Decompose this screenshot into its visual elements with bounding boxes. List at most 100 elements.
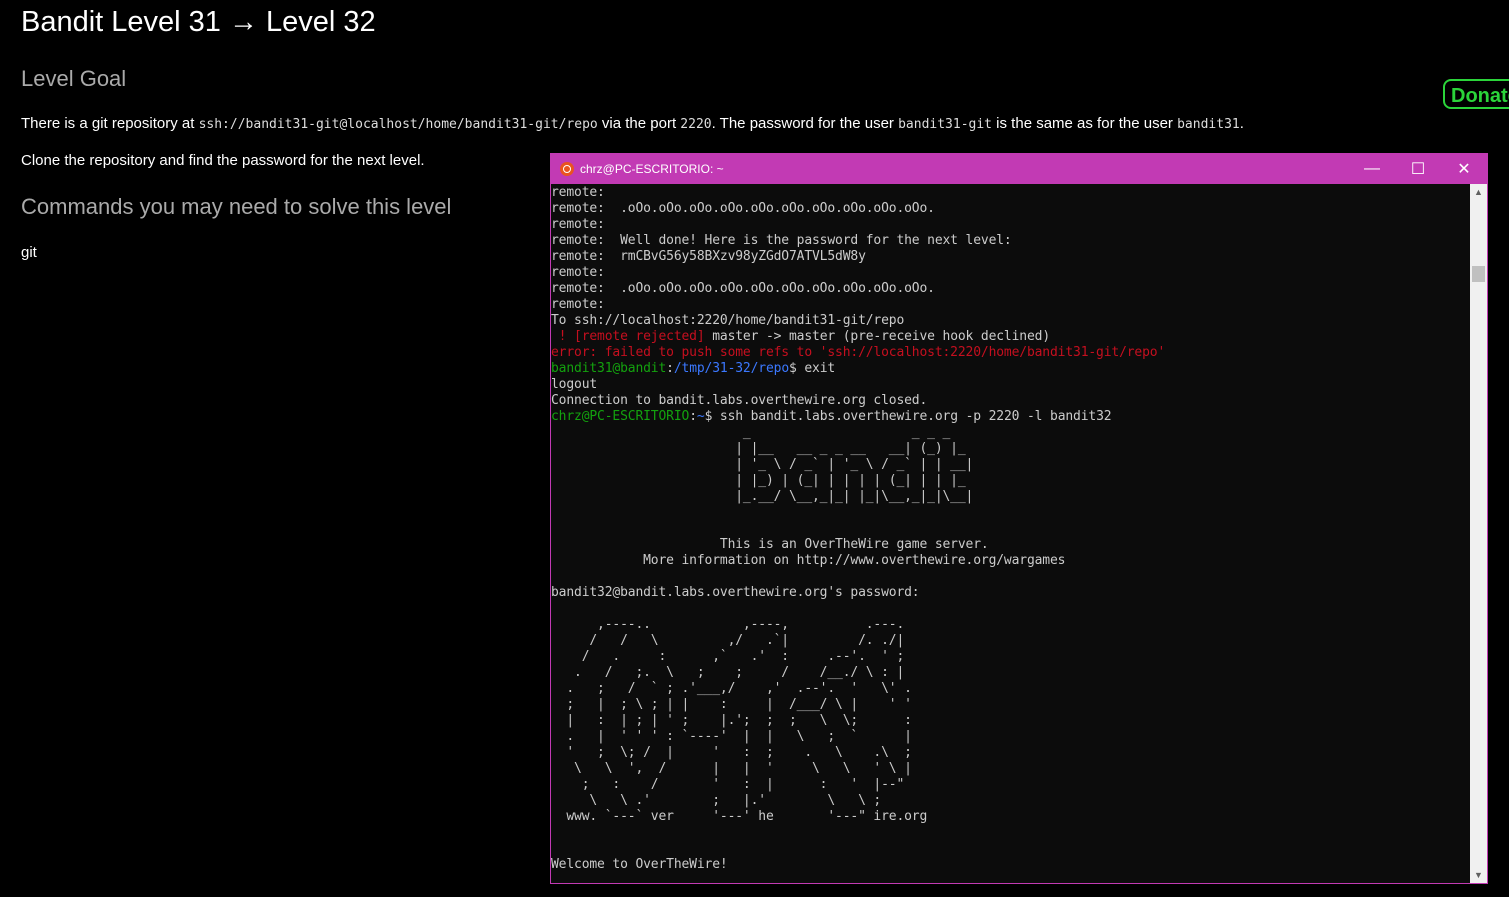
terminal-segment: \ \ ', / | | ' \ \ ' \ | [551,761,912,776]
terminal-segment: | |_) | (_| | | | | (_| | | |_ [551,473,966,488]
terminal-line: bandit32@bandit.labs.overthewire.org's p… [551,585,1469,601]
terminal-segment: \ \ .' ; |.' \ \ ; [551,793,882,808]
scrollbar-thumb[interactable] [1472,266,1485,282]
terminal-segment: ; | ; \ ; | | : | /___/ \ | ' ' [551,697,912,712]
terminal-output[interactable]: remote: remote: .oOo.oOo.oOo.oOo.oOo.oOo.… [551,184,1469,883]
terminal-line: ; | ; \ ; | | : | /___/ \ | ' ' [551,697,1469,713]
terminal-line: | : | ; | ' ; |.'; ; ; \ \; : [551,713,1469,729]
terminal-segment: Welcome to OverTheWire! [551,857,728,872]
goal-text-2: via the port [597,115,681,132]
terminal-segment: | |__ __ _ _ __ __| (_) |_ [551,441,966,456]
terminal-line: More information on http://www.overthewi… [551,553,1469,569]
terminal-line: . / ;. \ ; ; / /__./ \ : | [551,665,1469,681]
goal-text-3: . The password for the user [711,115,899,132]
terminal-segment: remote: rmCBvG56y58BXzv98yZGdO7ATVL5dW8y [551,249,866,264]
terminal-line: To ssh://localhost:2220/home/bandit31-gi… [551,313,1469,329]
terminal-segment: ! [remote rejected] [551,329,705,344]
page-title: Bandit Level 31 → Level 32 [21,6,376,38]
goal-paragraph: There is a git repository at ssh://bandi… [21,115,1244,132]
terminal-segment: ,----.. ,----, .---. [551,617,905,632]
terminal-segment: |_.__/ \__,_|_| |_|\__,_|_|\__| [551,489,974,504]
terminal-segment: /tmp/31-32/repo [673,361,789,376]
terminal-line: ,----.. ,----, .---. [551,617,1469,633]
terminal-segment: error: failed to push some refs to 'ssh:… [551,345,1166,360]
terminal-line: / . : ,` .' : .--'. ' ; [551,649,1469,665]
terminal-line: This is an OverTheWire game server. [551,537,1469,553]
terminal-segment: $ ssh bandit.labs.overthewire.org -p 222… [704,409,1112,424]
terminal-segment: More information on http://www.overthewi… [551,553,1066,568]
terminal-segment: chrz@PC-ESCRITORIO [551,409,690,424]
terminal-line: / / \ ,/ .`| /. ./| [551,633,1469,649]
user-code: bandit31 [1177,117,1240,132]
terminal-segment: | : | ; | ' ; |.'; ; ; \ \; : [551,713,912,728]
scrollbar[interactable]: ▲ ▼ [1470,184,1487,883]
terminal-segment: bandit32@bandit.labs.overthewire.org's p… [551,585,920,600]
terminal-line: remote: [551,265,1469,281]
terminal-line: . | ' ' ' : `----' | | \ ; ` | [551,729,1469,745]
minimize-button[interactable]: — [1349,154,1395,184]
close-button[interactable]: ✕ [1441,154,1487,184]
maximize-button[interactable]: ☐ [1395,154,1441,184]
terminal-segment: remote: .oOo.oOo.oOo.oOo.oOo.oOo.oOo.oOo… [551,281,935,296]
level-goal-heading: Level Goal [21,66,127,91]
terminal-line: remote: [551,217,1469,233]
command-git: git [21,244,37,261]
terminal-segment: : [689,409,697,424]
terminal-line: chrz@PC-ESCRITORIO:~$ ssh bandit.labs.ov… [551,409,1469,425]
terminal-line: Welcome to OverTheWire! [551,857,1469,873]
terminal-line: ! [remote rejected] master -> master (pr… [551,329,1469,345]
terminal-segment: remote: Well done! Here is the password … [551,233,1012,248]
git-user-code: bandit31-git [898,117,993,132]
terminal-line: remote: .oOo.oOo.oOo.oOo.oOo.oOo.oOo.oOo… [551,281,1469,297]
goal-text-1: There is a git repository at [21,115,199,132]
terminal-segment: Connection to bandit.labs.overthewire.or… [551,393,928,408]
terminal-segment: $ exit [789,361,836,376]
terminal-line: remote: [551,297,1469,313]
terminal-line: remote: [551,185,1469,201]
terminal-segment: . ; / ` ; .'___,/ ,' .--'. ' \' . [551,681,912,696]
terminal-segment: remote: [551,297,605,312]
terminal-segment: . / ;. \ ; ; / /__./ \ : | [551,665,905,680]
terminal-line: logout [551,377,1469,393]
terminal-line: error: failed to push some refs to 'ssh:… [551,345,1469,361]
scroll-down-arrow-icon[interactable]: ▼ [1470,867,1487,883]
terminal-titlebar[interactable]: chrz@PC-ESCRITORIO: ~ — ☐ ✕ [551,154,1487,184]
ubuntu-icon [560,162,574,176]
terminal-segment: ~ [696,409,705,424]
donate-button[interactable]: Donate [1443,79,1509,109]
terminal-line: ' ; \; / | ' : ; . \ .\ ; [551,745,1469,761]
terminal-segment: remote: [551,185,605,200]
port-code: 2220 [680,117,712,132]
terminal-window[interactable]: chrz@PC-ESCRITORIO: ~ — ☐ ✕ remote: remot… [550,153,1488,884]
repo-url-code: ssh://bandit31-git@localhost/home/bandit… [198,117,598,132]
terminal-segment: / . : ,` .' : .--'. ' ; [551,649,905,664]
terminal-segment: remote: [551,265,605,280]
terminal-line: | |_) | (_| | | | | (_| | | |_ [551,473,1469,489]
terminal-title: chrz@PC-ESCRITORIO: ~ [580,162,724,176]
terminal-segment: _ _ _ _ [551,425,951,440]
terminal-line: remote: .oOo.oOo.oOo.oOo.oOo.oOo.oOo.oOo… [551,201,1469,217]
terminal-segment: . | ' ' ' : `----' | | \ ; ` | [551,729,912,744]
goal-paragraph-2: Clone the repository and find the passwo… [21,152,425,169]
terminal-segment: master -> master (pre-receive hook decli… [704,329,1050,344]
terminal-line: . ; / ` ; .'___,/ ,' .--'. ' \' . [551,681,1469,697]
terminal-line: | '_ \ / _` | '_ \ / _` | | __| [551,457,1469,473]
terminal-segment: remote: [551,217,605,232]
terminal-segment: | '_ \ / _` | '_ \ / _` | | __| [551,457,974,472]
terminal-text: remote: remote: .oOo.oOo.oOo.oOo.oOo.oOo.… [551,185,1469,873]
scroll-up-arrow-icon[interactable]: ▲ [1470,184,1487,201]
goal-text-5: . [1239,115,1244,132]
terminal-line: \ \ ', / | | ' \ \ ' \ | [551,761,1469,777]
terminal-line: remote: Well done! Here is the password … [551,233,1469,249]
terminal-segment: To ssh://localhost:2220/home/bandit31-gi… [551,313,905,328]
terminal-segment: logout [551,377,598,392]
terminal-segment: : [666,361,674,376]
terminal-line: ; : / ' : | : ' |--" [551,777,1469,793]
terminal-segment: This is an OverTheWire game server. [551,537,989,552]
terminal-line: | |__ __ _ _ __ __| (_) |_ [551,441,1469,457]
terminal-line: www. `---` ver '---' he '---" ire.org [551,809,1469,825]
